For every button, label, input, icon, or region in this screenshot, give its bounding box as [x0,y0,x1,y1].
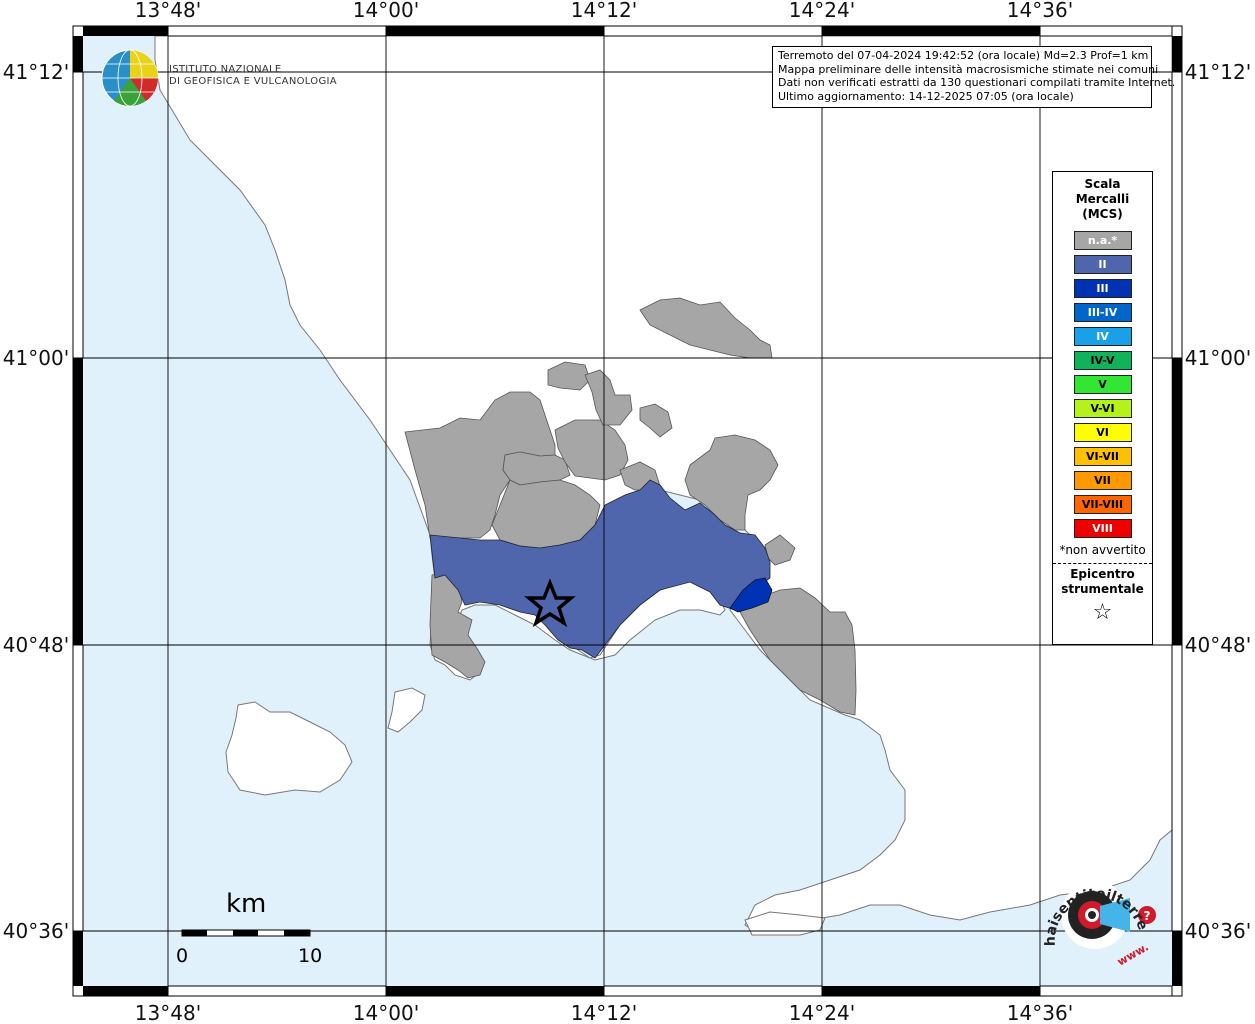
logo-line-1: ISTITUTO NAZIONALE [169,64,282,75]
legend-epi-line: strumentale [1061,582,1144,596]
lon-label-top: 14°00' [353,0,419,22]
lon-label-bottom: 14°12' [571,1001,637,1024]
scale-unit: km [226,889,267,919]
lat-label-left: 41°00' [3,346,69,370]
star-icon: ☆ [1092,600,1113,625]
legend-epicenter-label: Epicentro strumentale [1053,567,1152,597]
legend-item: III-IV [1073,303,1132,322]
lon-label-top: 14°12' [571,0,637,22]
scale-end: 10 [298,945,323,967]
info-line-2: Mappa preliminare delle intensità macros… [778,62,1159,76]
legend-item: III [1073,279,1132,298]
legend-title-line: (MCS) [1082,207,1123,221]
info-line-4: Ultimo aggiornamento: 14-12-2025 07:05 (… [778,89,1074,103]
lon-label-bottom: 13°48' [135,1001,201,1024]
legend-item: V-VI [1073,399,1132,418]
legend-item: VIII [1073,519,1132,538]
legend-item: II [1073,255,1132,274]
lon-label-bottom: 14°36' [1007,1001,1073,1024]
svg-text:haisentitoilterremoto.it: haisentitoilterremoto.it [1040,866,1151,946]
lon-label-top: 13°48' [135,0,201,22]
lat-label-right: 40°48' [1185,633,1251,657]
lon-label-top: 14°24' [789,0,855,22]
scale-bar [181,929,311,937]
haisentito-label: haisentitoilterremoto.it [1040,866,1151,946]
legend-item: VI-VII [1073,447,1132,466]
legend-item: VI [1073,423,1132,442]
haisentito-ring-text: haisentitoilterremoto.it www. [1040,866,1151,969]
legend-item: IV [1073,327,1132,346]
info-line-3: Dati non verificati estratti da 130 ques… [778,76,1176,89]
lat-label-left: 41°12' [3,60,69,84]
lat-label-left: 40°36' [3,919,69,943]
lat-label-left: 40°48' [3,633,69,657]
legend-divider [1053,563,1152,564]
legend-item: n.a.* [1073,231,1132,250]
logo-line-2: DI GEOFISICA E VULCANOLOGIA [169,76,337,87]
lon-label-bottom: 14°00' [353,1001,419,1024]
legend-epi-line: Epicentro [1070,567,1135,581]
lat-label-right: 41°00' [1185,346,1251,370]
legend-title-line: Mercalli [1075,192,1130,206]
info-line-1: Terremoto del 07-04-2024 19:42:52 (ora l… [778,49,1149,62]
haisentito-www: www. [1115,940,1151,968]
lat-label-right: 40°36' [1185,919,1251,943]
ingv-logo-icon [101,49,159,107]
legend-item: IV-V [1073,351,1132,370]
legend-rows: n.a.* II III III-IV IV IV-V V V-VI VI VI-VII VII VI… [1053,231,1152,538]
legend-item: VII [1073,471,1132,490]
ingv-logo-text: ISTITUTO NAZIONALE DI GEOFISICA E VULCAN… [169,64,337,88]
mcs-legend: Scala Mercalli (MCS) n.a.* II III III-IV IV I… [1052,171,1153,645]
legend-title: Scala Mercalli (MCS) [1053,177,1152,222]
legend-item: VII-VIII [1073,495,1132,514]
lon-label-top: 14°36' [1007,0,1073,22]
legend-title-line: Scala [1084,177,1121,191]
lon-label-bottom: 14°24' [789,1001,855,1024]
event-info-box: Terremoto del 07-04-2024 19:42:52 (ora l… [772,46,1176,108]
scale-start: 0 [176,945,189,967]
lat-label-right: 41°12' [1185,60,1251,84]
legend-item: V [1073,375,1132,394]
legend-note: *non avvertito [1059,543,1146,557]
